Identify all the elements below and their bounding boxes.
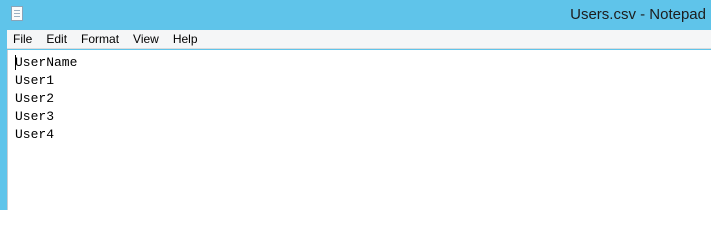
text-line: User4 — [15, 127, 55, 142]
editor-text[interactable]: UserName User1 User2 User3 User4 — [15, 54, 77, 144]
menu-help[interactable]: Help — [166, 30, 205, 49]
menu-view[interactable]: View — [126, 30, 166, 49]
menu-edit[interactable]: Edit — [39, 30, 74, 49]
text-line: UserName — [15, 55, 78, 70]
text-line: User3 — [15, 109, 55, 124]
notepad-icon[interactable] — [11, 6, 23, 21]
text-caret — [15, 55, 16, 70]
menu-bar: File Edit Format View Help — [7, 30, 711, 49]
window-title: Users.csv - Notepad — [570, 6, 706, 23]
menu-file[interactable]: File — [7, 30, 39, 49]
notepad-window: Users.csv - Notepad File Edit Format Vie… — [0, 0, 711, 210]
menu-format[interactable]: Format — [74, 30, 126, 49]
text-line: User2 — [15, 91, 55, 106]
text-editor[interactable]: UserName User1 User2 User3 User4 — [7, 50, 711, 210]
title-bar[interactable]: Users.csv - Notepad — [0, 0, 711, 30]
text-line: User1 — [15, 73, 55, 88]
